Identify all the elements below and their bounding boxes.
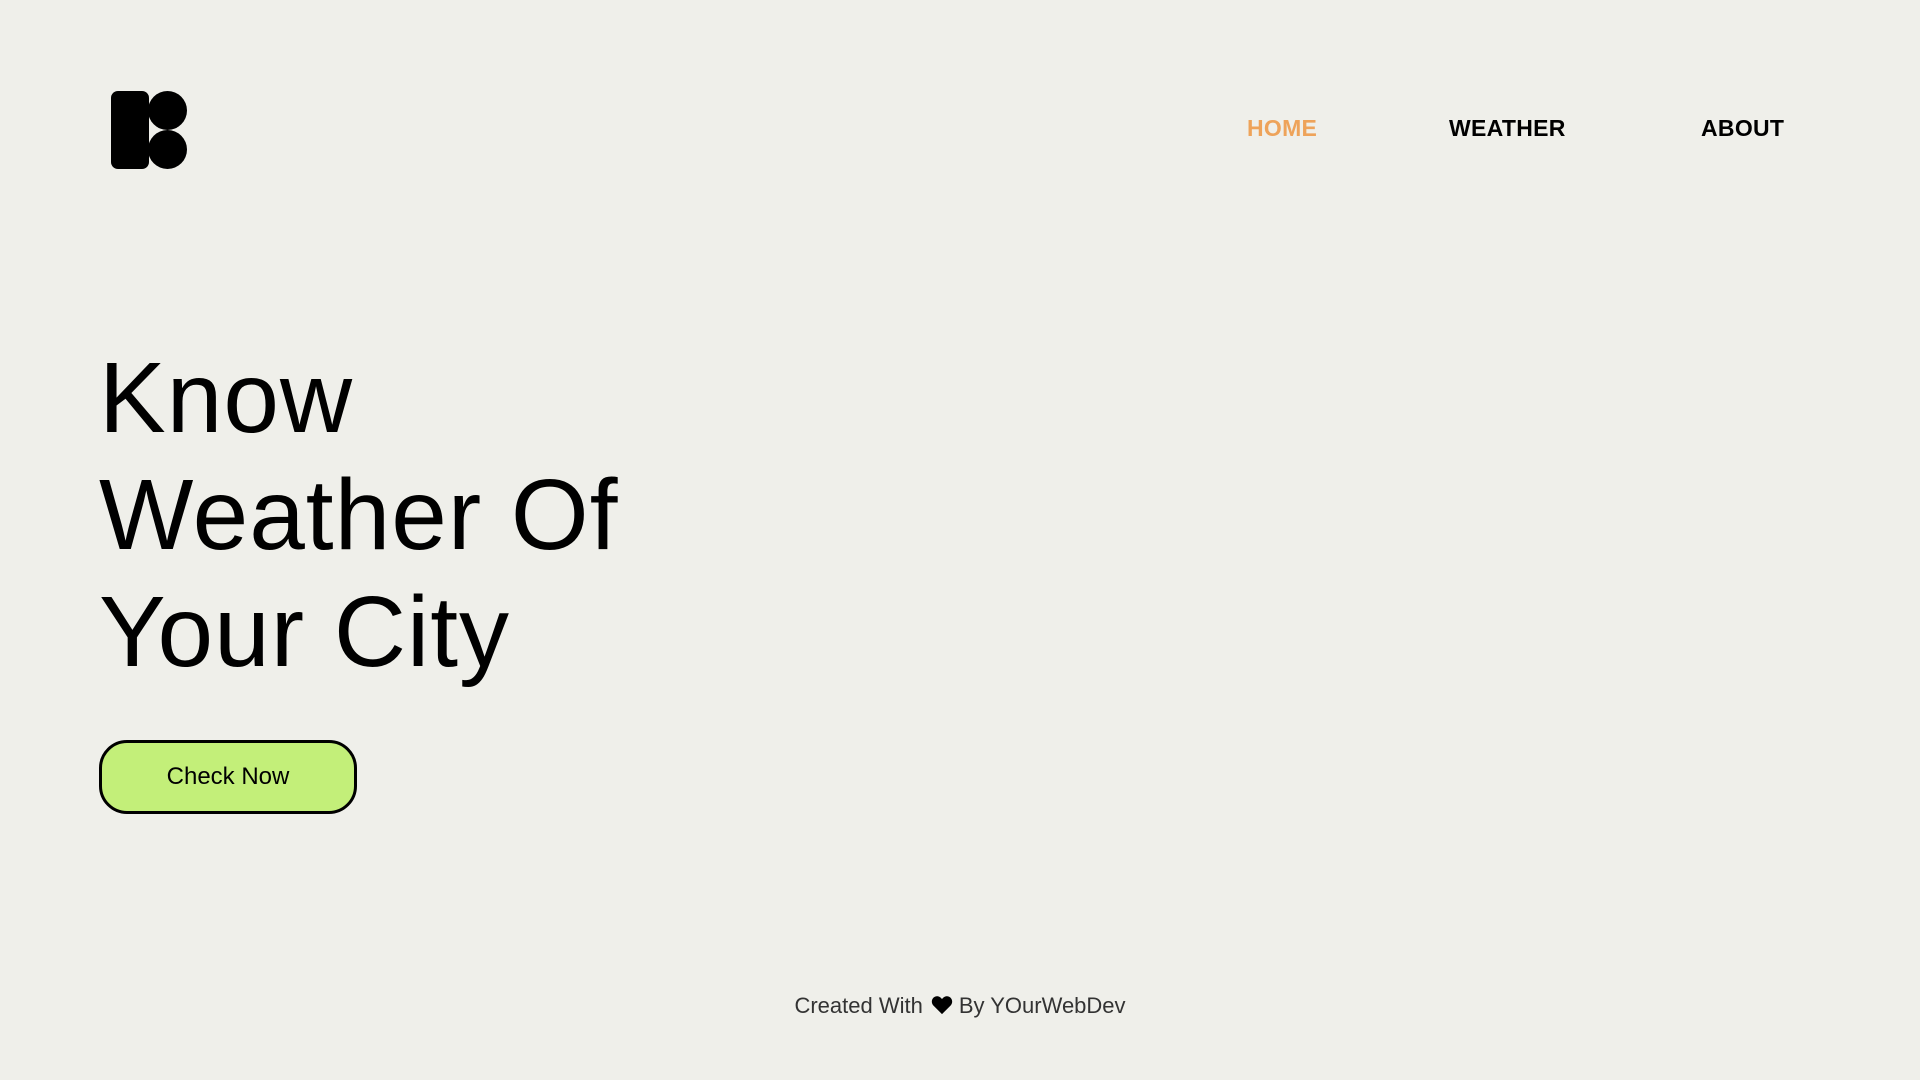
nav-item-about[interactable]: ABOUT bbox=[1701, 115, 1784, 142]
hero-line-2: Weather Of bbox=[99, 459, 619, 571]
heart-icon bbox=[931, 996, 953, 1015]
footer: Created With By YOurWebDev bbox=[0, 993, 1920, 1019]
page: HOME WEATHER ABOUT Know Weather Of Your … bbox=[0, 0, 1920, 1080]
hero-line-1: Know bbox=[99, 342, 354, 454]
check-now-button[interactable]: Check Now bbox=[99, 740, 357, 814]
footer-prefix: Created With bbox=[794, 993, 923, 1018]
main-nav: HOME WEATHER ABOUT bbox=[0, 115, 1920, 145]
hero-line-3: Your City bbox=[99, 576, 511, 688]
footer-suffix: By YOurWebDev bbox=[958, 993, 1126, 1018]
nav-item-home[interactable]: HOME bbox=[1247, 115, 1317, 142]
hero-heading: Know Weather Of Your City bbox=[99, 340, 618, 691]
nav-item-weather[interactable]: WEATHER bbox=[1449, 115, 1566, 142]
